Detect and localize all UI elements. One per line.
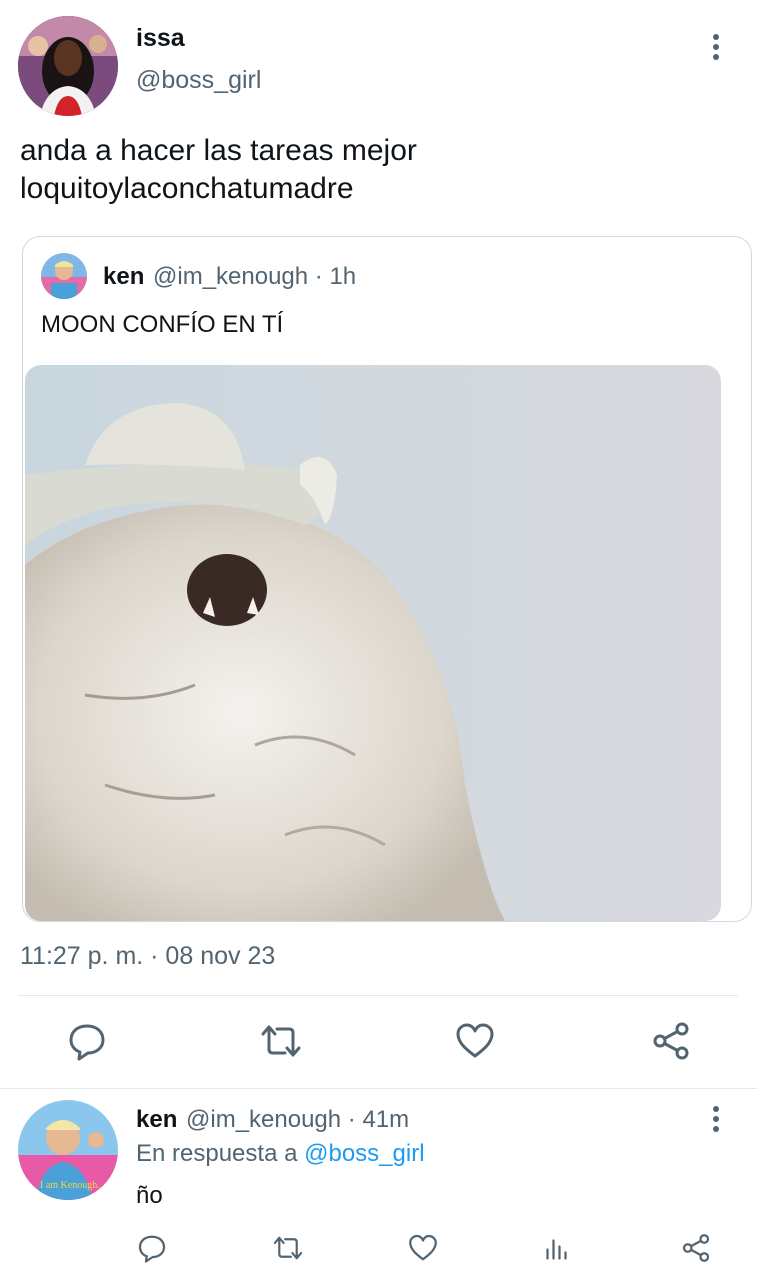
heart-icon bbox=[456, 1023, 494, 1058]
reply-retweet-button[interactable] bbox=[270, 1230, 306, 1266]
quoted-avatar[interactable] bbox=[41, 253, 87, 299]
reply-reply-button[interactable] bbox=[134, 1230, 170, 1266]
reply-share-button[interactable] bbox=[678, 1230, 714, 1266]
share-icon bbox=[682, 1234, 710, 1262]
replying-prefix: En respuesta a bbox=[136, 1140, 305, 1167]
reply-icon bbox=[69, 1024, 105, 1061]
reply-avatar[interactable]: I am Kenough. bbox=[18, 1100, 118, 1200]
retweet-icon bbox=[261, 1025, 301, 1057]
share-button[interactable] bbox=[648, 1018, 694, 1064]
replying-mention[interactable]: @boss_girl bbox=[304, 1140, 424, 1167]
quoted-media-image[interactable] bbox=[25, 365, 721, 921]
retweet-icon bbox=[273, 1236, 303, 1260]
tweet-text-line-1: anda a hacer las tareas mejor bbox=[20, 134, 417, 167]
tweet-text: anda a hacer las tareas mejor loquitoyla… bbox=[20, 132, 730, 208]
cowboy-cat-image bbox=[25, 365, 721, 921]
tweet-timestamp[interactable]: 11:27 p. m. · 08 nov 23 bbox=[20, 942, 275, 971]
reply-text: ño bbox=[136, 1182, 163, 1209]
quoted-tweet[interactable]: ken @im_kenough · 1h MOON CONFÍO EN TÍ bbox=[22, 236, 752, 922]
tweet-text-line-2: loquitoylaconchatumadre bbox=[20, 172, 354, 205]
heart-icon bbox=[409, 1234, 437, 1261]
reply-avatar-image: I am Kenough. bbox=[18, 1100, 118, 1200]
retweet-button[interactable] bbox=[258, 1018, 304, 1064]
avatar-caption: I am Kenough. bbox=[40, 1180, 100, 1191]
reply-author-meta: @im_kenough · 41m bbox=[186, 1106, 410, 1133]
reply-button[interactable] bbox=[64, 1018, 110, 1064]
reply-icon bbox=[138, 1235, 166, 1263]
divider bbox=[18, 995, 738, 996]
share-icon bbox=[653, 1022, 689, 1060]
replying-to: En respuesta a @boss_girl bbox=[136, 1140, 425, 1168]
reply-author-name[interactable]: ken bbox=[136, 1106, 177, 1134]
views-icon bbox=[546, 1239, 567, 1260]
quoted-avatar-image bbox=[41, 253, 87, 299]
like-button[interactable] bbox=[452, 1018, 498, 1064]
avatar-image bbox=[18, 16, 118, 116]
quoted-tweet-text: MOON CONFÍO EN TÍ bbox=[41, 311, 284, 338]
reply-views-button[interactable] bbox=[540, 1230, 576, 1266]
reply-like-button[interactable] bbox=[405, 1230, 441, 1266]
author-handle[interactable]: @boss_girl bbox=[136, 66, 261, 95]
avatar[interactable] bbox=[18, 16, 118, 116]
quoted-author-meta: @im_kenough · 1h bbox=[153, 263, 357, 290]
more-options-icon[interactable] bbox=[704, 34, 728, 64]
author-name[interactable]: issa bbox=[136, 24, 185, 53]
reply-more-options-icon[interactable] bbox=[704, 1106, 728, 1136]
divider bbox=[0, 1088, 757, 1089]
reply-tweet[interactable]: I am Kenough. ken @im_kenough · 41m En r… bbox=[0, 1090, 757, 1280]
quoted-author-name[interactable]: ken bbox=[103, 263, 144, 291]
